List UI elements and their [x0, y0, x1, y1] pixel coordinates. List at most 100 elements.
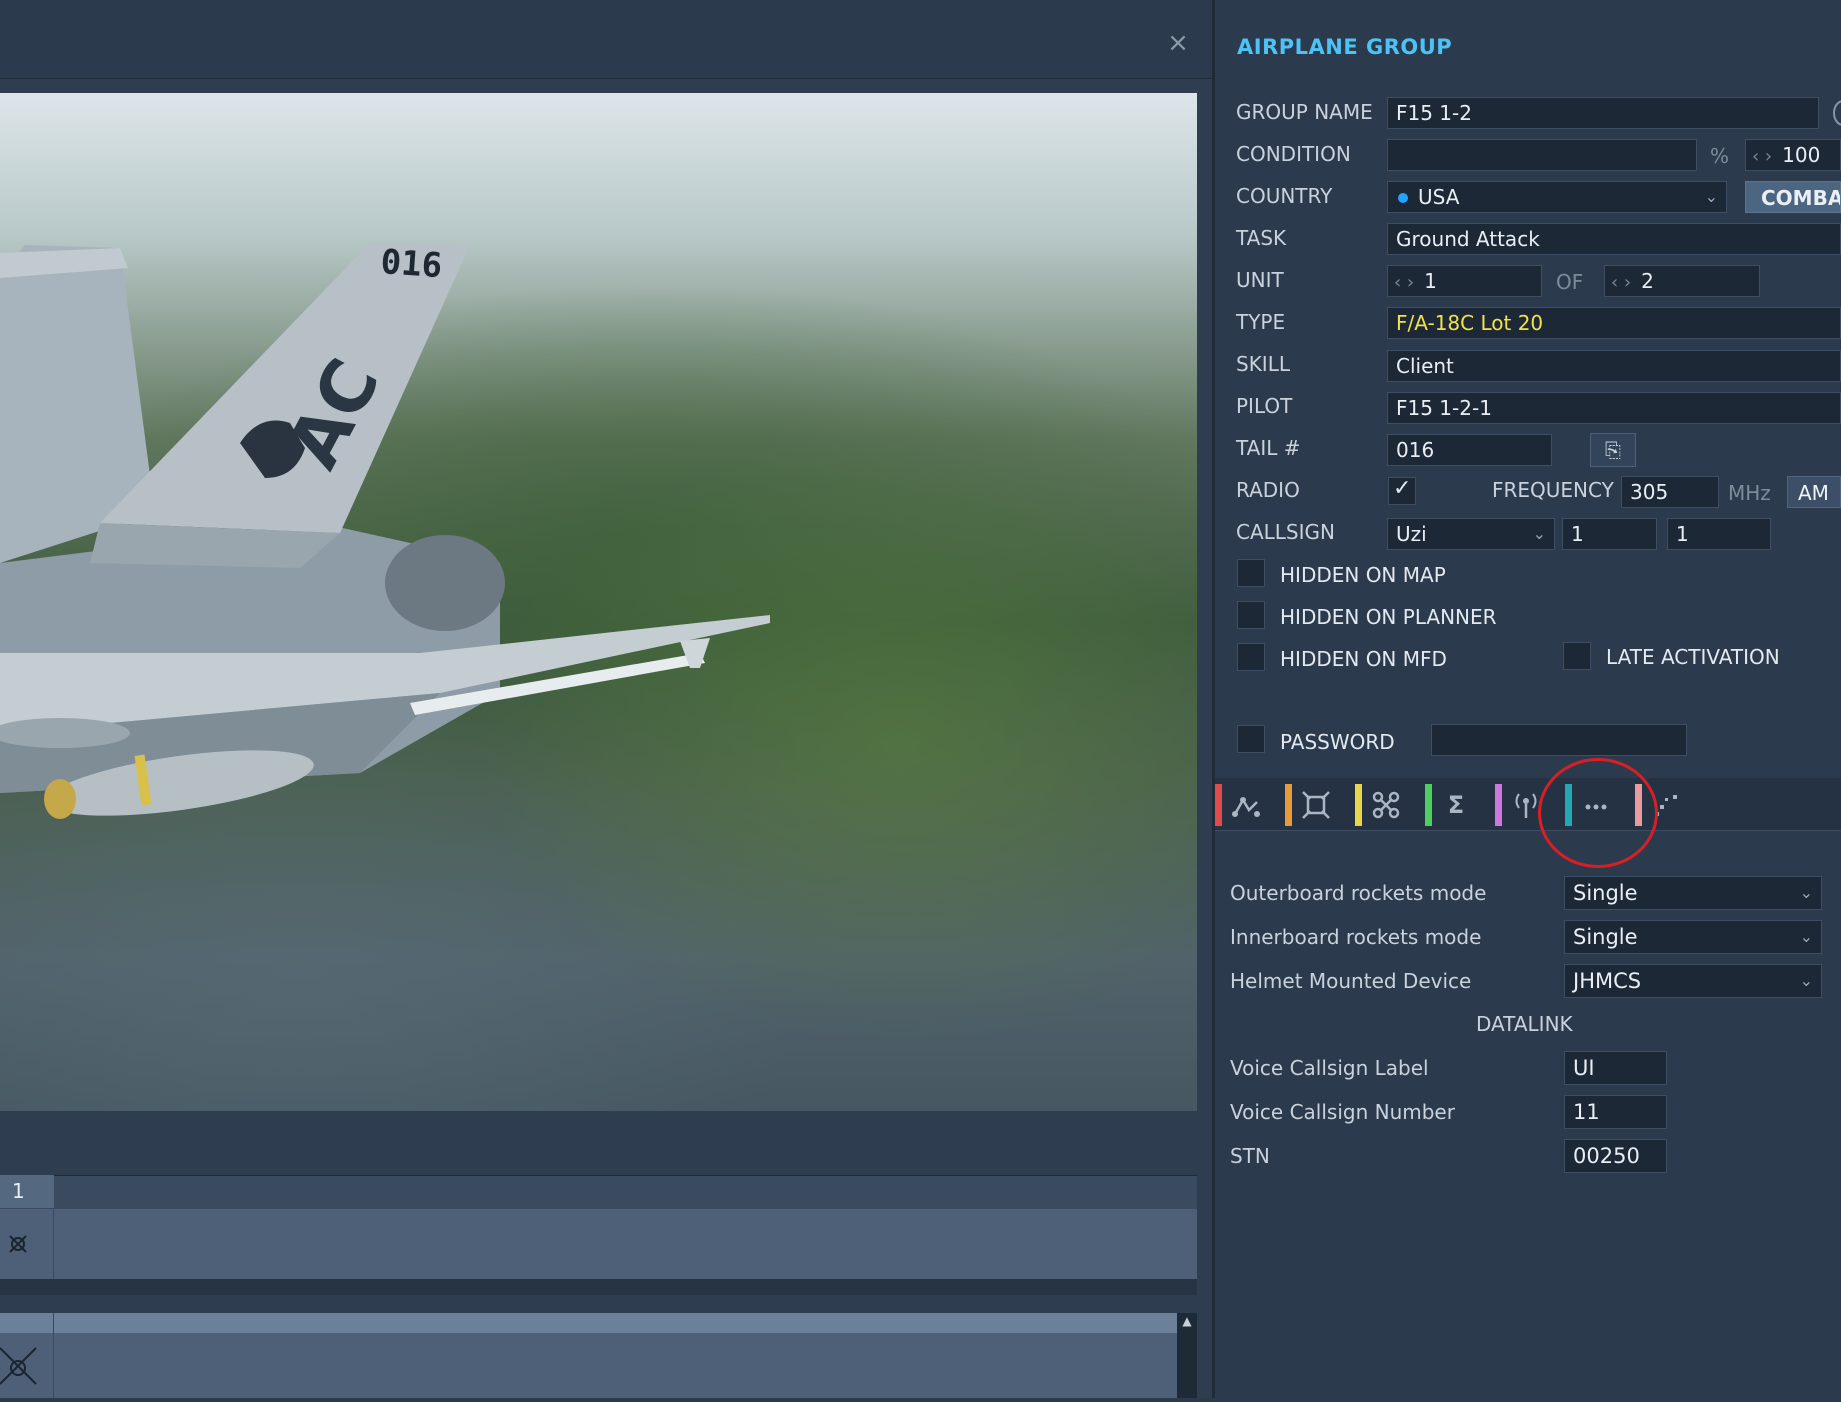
unit-value: 1: [1424, 269, 1437, 293]
skill-select[interactable]: Client: [1387, 350, 1841, 382]
timeline-unit-cell[interactable]: [0, 1209, 54, 1279]
hidden-on-mfd-checkbox[interactable]: [1237, 643, 1265, 671]
tab-color-stripe: [1425, 784, 1432, 826]
group-name-label: GROUP NAME: [1236, 100, 1373, 124]
radio-label: RADIO: [1236, 478, 1300, 502]
timeline-row[interactable]: [0, 1313, 1177, 1398]
tab-color-stripe: [1215, 784, 1222, 826]
helmet-device-label: Helmet Mounted Device: [1230, 969, 1472, 993]
innerboard-rockets-value: Single: [1573, 925, 1638, 949]
bomb-nose: [44, 779, 76, 819]
failures-icon: [1651, 790, 1681, 820]
callsign-unit-input[interactable]: 1: [1667, 518, 1771, 550]
route-icon: [1231, 790, 1261, 820]
outboard-rockets-value: Single: [1573, 881, 1638, 905]
mhz-label: MHz: [1728, 481, 1771, 505]
callsign-value: Uzi: [1396, 522, 1427, 546]
preview-header: [0, 0, 1212, 79]
group-name-input[interactable]: F15 1-2: [1387, 97, 1819, 129]
condition-percent-stepper[interactable]: ‹ › 100: [1745, 139, 1841, 171]
pilot-label: PILOT: [1236, 394, 1293, 418]
close-icon[interactable]: ×: [1167, 30, 1189, 56]
aircraft-preview: 016 AC: [0, 93, 1197, 1111]
tail-number-input[interactable]: 016: [1387, 434, 1552, 466]
pilot-input[interactable]: F15 1-2-1: [1387, 392, 1841, 424]
timeline-row-number: 1: [0, 1175, 54, 1208]
more-dots-icon: [1581, 790, 1611, 820]
innerboard-rockets-label: Innerboard rockets mode: [1230, 925, 1482, 949]
datalink-header: DATALINK: [1476, 1012, 1573, 1036]
chevron-down-icon: ⌄: [1799, 971, 1813, 990]
hidden-on-planner-label: HIDDEN ON PLANNER: [1280, 605, 1497, 629]
hidden-on-planner-checkbox[interactable]: [1237, 601, 1265, 629]
stn-input[interactable]: 00250: [1564, 1139, 1667, 1173]
tab-unit[interactable]: [1285, 784, 1347, 826]
voice-callsign-label-input[interactable]: UI: [1564, 1051, 1667, 1085]
unit-count-value: 2: [1641, 269, 1654, 293]
voice-callsign-number-input[interactable]: 11: [1564, 1095, 1667, 1129]
tab-payload[interactable]: [1355, 784, 1417, 826]
password-label: PASSWORD: [1280, 730, 1395, 754]
timeline-header-row: [0, 1175, 1197, 1210]
frequency-input[interactable]: 305: [1621, 476, 1719, 508]
late-activation-checkbox[interactable]: [1563, 642, 1591, 670]
tab-additional[interactable]: [1565, 784, 1627, 826]
stepper-arrows-icon[interactable]: ‹ ›: [1394, 272, 1414, 293]
panel-title: AIRPLANE GROUP: [1237, 35, 1453, 59]
country-select[interactable]: USA ⌄: [1387, 181, 1727, 213]
payload-icon: [1371, 790, 1401, 820]
voice-callsign-number-label: Voice Callsign Number: [1230, 1100, 1455, 1124]
helmet-device-value: JHMCS: [1573, 969, 1642, 993]
unit-of-label: OF: [1556, 270, 1584, 294]
timeline-unit-cell[interactable]: [0, 1313, 54, 1398]
helmet-device-select[interactable]: JHMCS ⌄: [1564, 964, 1822, 998]
tab-color-stripe: [1565, 784, 1572, 826]
callsign-label: CALLSIGN: [1236, 520, 1335, 544]
callsign-group-input[interactable]: 1: [1562, 518, 1657, 550]
modulation-button[interactable]: AM: [1787, 476, 1841, 508]
combat-button[interactable]: COMBAT: [1745, 181, 1841, 213]
unit-marker-icon: [9, 1235, 27, 1253]
tail-label: TAIL #: [1236, 436, 1301, 460]
outboard-rockets-label: Outerboard rockets mode: [1230, 881, 1487, 905]
task-select[interactable]: Ground Attack: [1387, 223, 1841, 255]
tab-radio[interactable]: [1495, 784, 1557, 826]
password-input[interactable]: [1431, 724, 1687, 756]
stepper-arrows-icon[interactable]: ‹ ›: [1752, 146, 1772, 167]
frequency-label: FREQUENCY: [1492, 478, 1614, 502]
outboard-rockets-select[interactable]: Single ⌄: [1564, 876, 1822, 910]
type-select[interactable]: F/A-18C Lot 20: [1387, 307, 1841, 339]
condition-input[interactable]: [1387, 139, 1697, 171]
unit-stepper[interactable]: ‹ › 1: [1387, 265, 1542, 297]
timeline-row[interactable]: [0, 1209, 1197, 1279]
unit-count-stepper[interactable]: ‹ › 2: [1604, 265, 1760, 297]
tail-number-text: 016: [379, 242, 443, 286]
country-dot-icon: [1398, 193, 1408, 203]
stn-label: STN: [1230, 1144, 1270, 1168]
radio-checkbox[interactable]: [1388, 476, 1416, 505]
target-icon: [1301, 790, 1331, 820]
tab-color-stripe: [1285, 784, 1292, 826]
country-value: USA: [1418, 185, 1460, 209]
antenna-icon: [1511, 790, 1541, 820]
password-checkbox[interactable]: [1237, 725, 1265, 753]
sigma-icon: Σ: [1447, 791, 1465, 819]
tab-failures[interactable]: [1635, 784, 1697, 826]
scroll-up-icon[interactable]: ▲: [1181, 1315, 1193, 1327]
hidden-on-map-label: HIDDEN ON MAP: [1280, 563, 1446, 587]
late-activation-label: LATE ACTIVATION: [1606, 645, 1780, 669]
callsign-select[interactable]: Uzi ⌄: [1387, 518, 1555, 550]
aircraft-illustration: 016 AC: [0, 242, 770, 819]
stepper-arrows-icon[interactable]: ‹ ›: [1611, 272, 1631, 293]
tab-route[interactable]: [1215, 784, 1277, 826]
tab-summary[interactable]: Σ: [1425, 784, 1487, 826]
unit-label: UNIT: [1236, 268, 1284, 292]
chevron-down-icon: ⌄: [1704, 187, 1718, 206]
type-label: TYPE: [1236, 310, 1286, 334]
chevron-down-icon: ⌄: [1799, 927, 1813, 946]
innerboard-rockets-select[interactable]: Single ⌄: [1564, 920, 1822, 954]
hidden-on-map-checkbox[interactable]: [1237, 559, 1265, 587]
chevron-down-icon: ⌄: [1532, 524, 1546, 543]
left-workspace: × 016 AC 1 ▲: [0, 0, 1212, 1398]
livery-copy-icon[interactable]: ⎘: [1590, 433, 1636, 467]
